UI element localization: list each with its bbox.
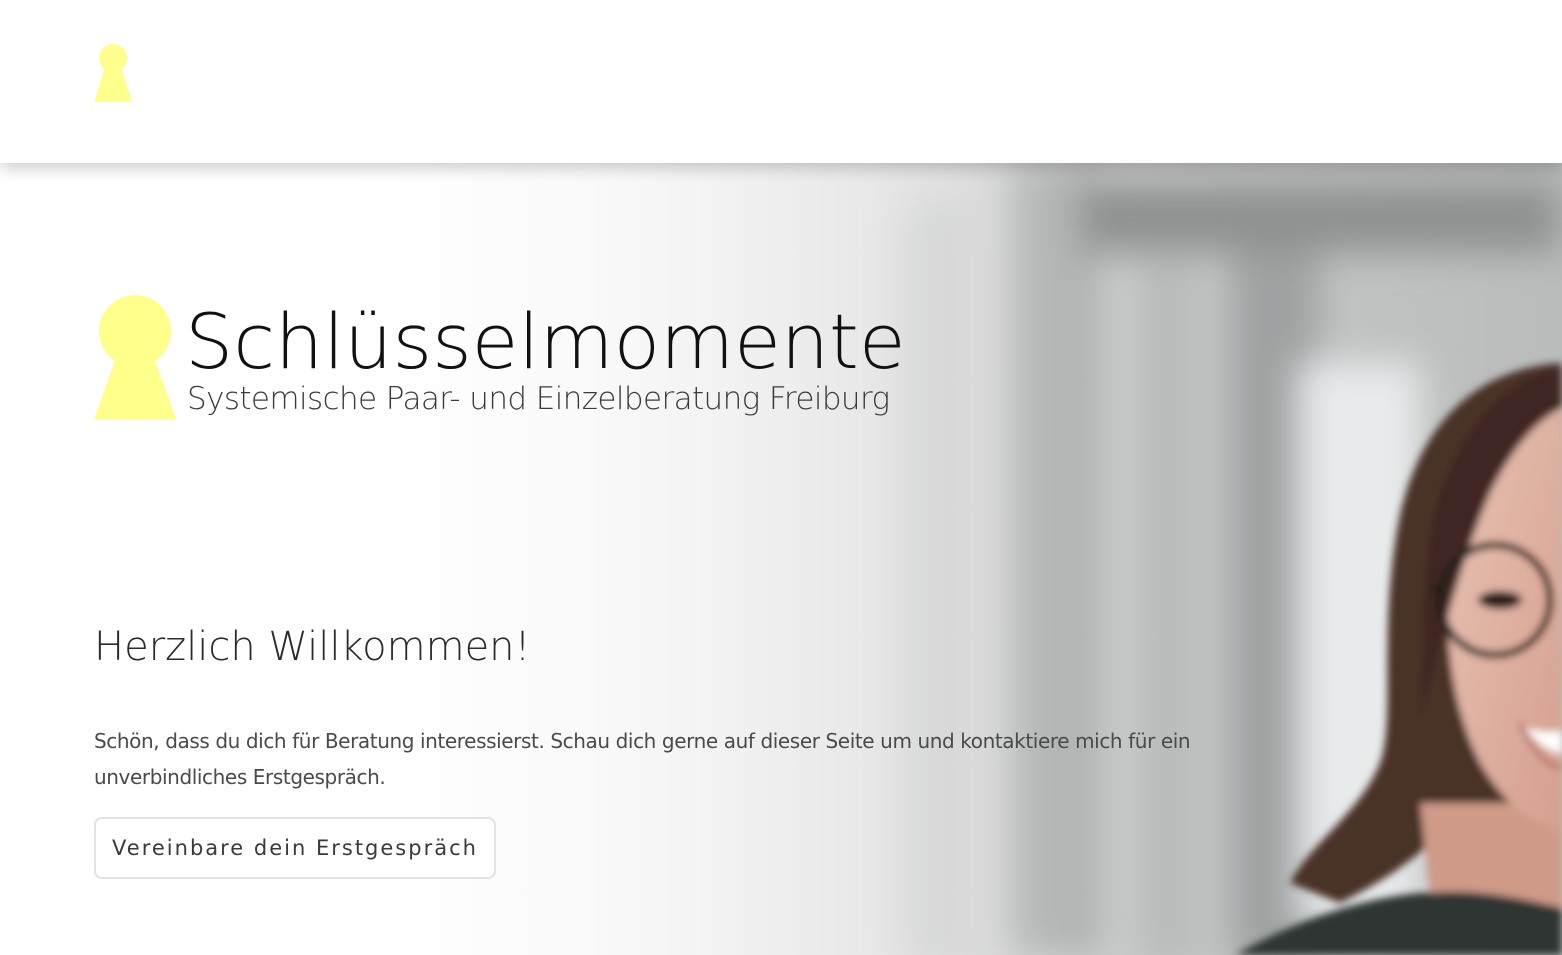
keyhole-icon[interactable] <box>94 44 132 102</box>
welcome-heading: Herzlich Willkommen! <box>94 624 531 670</box>
keyhole-icon <box>94 295 176 419</box>
brand-subtitle: Systemische Paar- und Einzelberatung Fre… <box>187 381 890 417</box>
welcome-text: Schön, dass du dich für Beratung interes… <box>94 729 1191 789</box>
book-consultation-button[interactable]: Vereinbare dein Erstgespräch <box>94 817 496 879</box>
brand-logo[interactable]: Schlüsselmomente Systemische Paar- und E… <box>94 295 914 425</box>
page: Schlüsselmomente Systemische Paar- und E… <box>0 0 1562 955</box>
hero-section: Schlüsselmomente Systemische Paar- und E… <box>0 163 1562 955</box>
brand-title: Schlüsselmomente <box>185 297 906 386</box>
site-header <box>0 0 1562 163</box>
